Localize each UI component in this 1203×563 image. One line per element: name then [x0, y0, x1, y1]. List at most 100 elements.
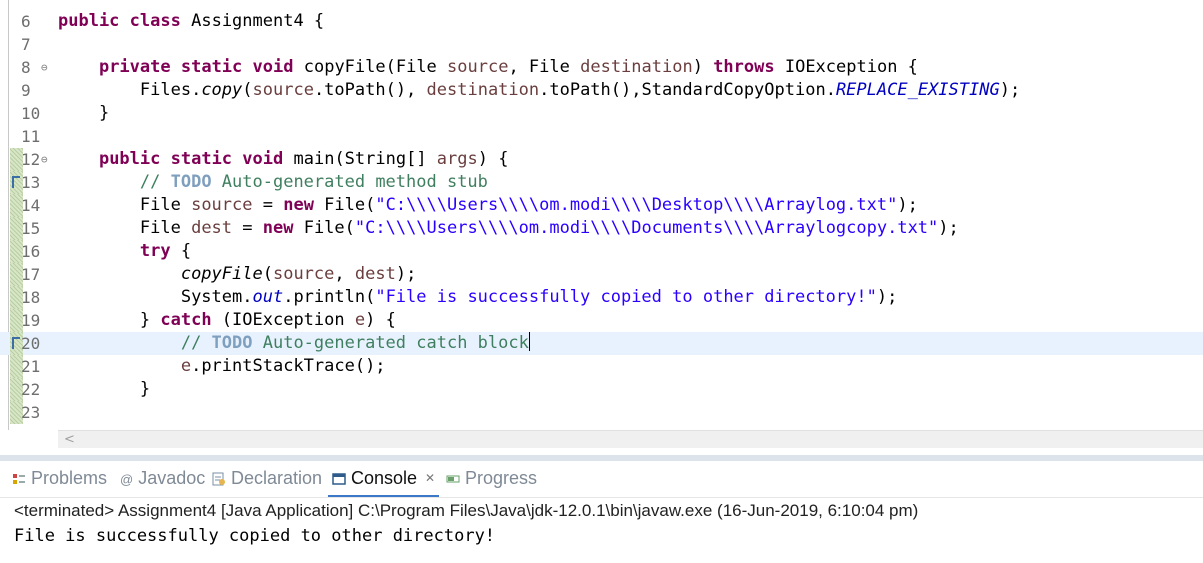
progress-icon — [446, 470, 460, 484]
scroll-left-icon[interactable]: < — [64, 432, 75, 447]
keyword: static — [170, 149, 233, 169]
parameter: args — [436, 149, 478, 169]
code-text: main(String[] — [293, 149, 437, 169]
keyword: try — [139, 241, 171, 261]
comment: Auto-generated catch block — [252, 333, 529, 353]
problems-icon — [12, 470, 26, 484]
line-number: 13 — [21, 173, 41, 192]
keyword: new — [283, 195, 314, 215]
code-line-17[interactable]: 17 copyFile(source, dest); — [0, 263, 1203, 286]
code-line-23[interactable]: 23 — [0, 401, 1203, 424]
method-call: copyFile — [180, 264, 263, 284]
code-line-11[interactable]: 11 — [0, 125, 1203, 148]
code-text: ); — [876, 287, 898, 307]
line-number: 11 — [21, 127, 41, 146]
code-text: = — [232, 218, 263, 238]
line-number: 18 — [21, 288, 41, 307]
code-line-18[interactable]: 18 System.out.println("File is successfu… — [0, 286, 1203, 309]
code-text: ); — [999, 80, 1021, 100]
code-text: ) { — [365, 310, 396, 330]
code-line-13[interactable]: 13 // TODO Auto-generated method stub — [0, 171, 1203, 194]
code-line-8[interactable]: 8 ⊖ private static void copyFile(File sou… — [0, 56, 1203, 79]
line-number: 15 — [21, 219, 41, 238]
code-line-22[interactable]: 22 } — [0, 378, 1203, 401]
code-text: } — [139, 379, 151, 399]
code-text: } — [98, 103, 110, 123]
console-status-line: <terminated> Assignment4 [Java Applicati… — [0, 497, 1203, 523]
parameter: source — [447, 57, 509, 77]
line-number: 16 — [21, 242, 41, 261]
line-number: 9 — [21, 81, 31, 100]
keyword: public — [98, 149, 161, 169]
code-line-21[interactable]: 21 e.printStackTrace(); — [0, 355, 1203, 378]
code-line-15[interactable]: 15 File dest = new File("C:\\\\Users\\\\… — [0, 217, 1203, 240]
code-line-6[interactable]: 6 public class Assignment4 { — [0, 10, 1203, 33]
code-text: { — [170, 241, 192, 261]
keyword: void — [242, 149, 284, 169]
line-number: 17 — [21, 265, 41, 284]
code-editor[interactable]: 6 public class Assignment4 { 7 8 ⊖ privat… — [0, 0, 1203, 430]
fold-collapse-icon[interactable]: ⊖ — [41, 148, 48, 171]
keyword: throws — [713, 57, 775, 77]
code-text: ) { — [477, 149, 509, 169]
static-field: REPLACE_EXISTING — [835, 80, 1000, 100]
tab-label: Console — [351, 468, 418, 488]
keyword: static — [180, 57, 243, 77]
line-number: 7 — [21, 35, 31, 54]
code-text: System. — [180, 287, 253, 307]
horizontal-scrollbar[interactable]: < — [58, 430, 1203, 448]
string-literal: "File is successfully copied to other di… — [375, 287, 877, 307]
code-text: ); — [897, 195, 918, 215]
tab-console[interactable]: Console ✕ — [327, 468, 440, 497]
line-number: 22 — [21, 380, 41, 399]
declaration-icon — [212, 470, 226, 486]
keyword: catch — [160, 310, 212, 330]
keyword: class — [129, 11, 181, 31]
javadoc-icon: @ — [120, 472, 134, 487]
string-literal: "C:\\\\Users\\\\om.modi\\\\Desktop\\\\Ar… — [375, 195, 898, 215]
tab-declaration[interactable]: Declaration — [212, 468, 322, 494]
todo-tag: TODO — [211, 333, 253, 353]
line-number: 14 — [21, 196, 41, 215]
tab-problems[interactable]: Problems — [12, 468, 107, 494]
tab-progress[interactable]: Progress — [446, 468, 537, 494]
parameter: source — [252, 80, 314, 100]
keyword: void — [252, 57, 294, 77]
code-text: } — [139, 310, 161, 330]
keyword: private — [98, 57, 171, 77]
close-icon[interactable]: ✕ — [425, 471, 435, 485]
console-output[interactable]: File is successfully copied to other dir… — [0, 523, 1203, 549]
keyword: new — [262, 218, 294, 238]
code-text: Files. — [139, 80, 202, 100]
code-text: = — [252, 195, 284, 215]
code-text: ( — [262, 264, 273, 284]
task-marker-icon — [12, 176, 20, 188]
line-number: 23 — [21, 403, 41, 422]
tab-label: Declaration — [231, 468, 323, 488]
code-text: (IOException — [211, 310, 355, 330]
code-line-9[interactable]: 9 Files.copy(source.toPath(), destinatio… — [0, 79, 1203, 102]
code-text: File — [139, 195, 192, 215]
code-line-19[interactable]: 19 } catch (IOException e) { — [0, 309, 1203, 332]
parameter: destination — [580, 57, 693, 77]
comment: // — [139, 172, 171, 192]
code-text: Assignment4 { — [191, 11, 325, 31]
tab-label: Progress — [465, 468, 538, 488]
code-line-12[interactable]: 12 ⊖ public static void main(String[] arg… — [0, 148, 1203, 171]
code-line-20-current[interactable]: 20 // TODO Auto-generated catch block — [0, 332, 1203, 355]
fold-collapse-icon[interactable]: ⊖ — [41, 56, 48, 79]
line-number: 6 — [21, 12, 31, 31]
code-text: copyFile(File — [303, 57, 448, 77]
string-literal: "C:\\\\Users\\\\om.modi\\\\Documents\\\\… — [354, 218, 939, 238]
static-method: copy — [201, 80, 243, 100]
code-text: ); — [395, 264, 417, 284]
code-line-10[interactable]: 10 } — [0, 102, 1203, 125]
code-line-14[interactable]: 14 File source = new File("C:\\\\Users\\… — [0, 194, 1203, 217]
code-text: File — [139, 218, 192, 238]
code-text: ); — [938, 218, 959, 238]
code-text: , File — [508, 57, 581, 77]
line-number: 19 — [21, 311, 41, 330]
code-line-16[interactable]: 16 try { — [0, 240, 1203, 263]
code-line-7[interactable]: 7 — [0, 33, 1203, 56]
tab-javadoc[interactable]: @ Javadoc — [120, 468, 205, 494]
